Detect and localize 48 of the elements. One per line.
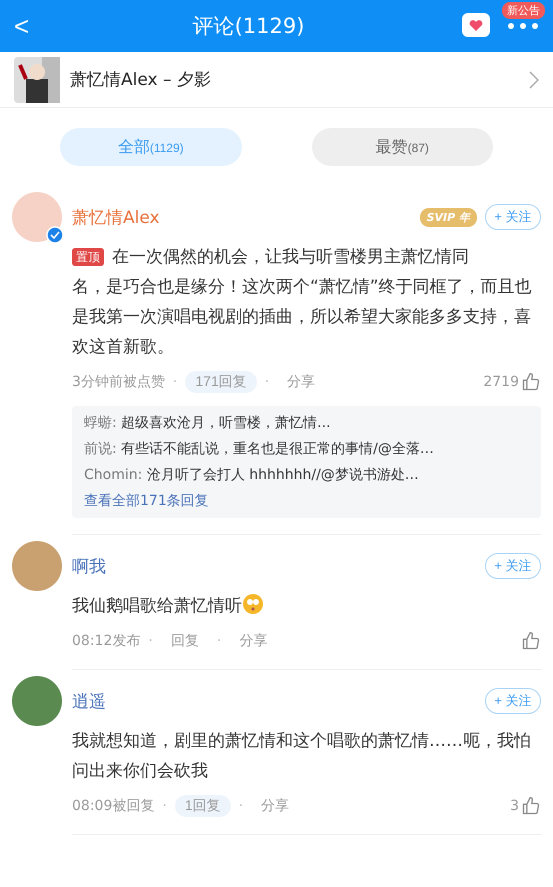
avatar[interactable] (12, 192, 62, 242)
share-button[interactable]: 分享 (251, 795, 300, 817)
heart-message-icon[interactable] (461, 12, 493, 40)
comment-time: 08:12发布 (72, 632, 140, 650)
reply-button[interactable]: 回复 (160, 630, 209, 652)
reply-line: Chomin: 沧月听了会打人 hhhhhhh//@梦说书游处… (84, 466, 420, 484)
reply-button[interactable]: 1回复 (174, 795, 231, 817)
share-button[interactable]: 分享 (277, 371, 326, 393)
separator-dot: · (216, 633, 222, 649)
user-name[interactable]: 萧忆情Alex (72, 206, 412, 228)
follow-button[interactable]: + 关注 (485, 204, 541, 230)
separator-dot: · (238, 798, 244, 814)
comment-time: 08:09被回复 (72, 797, 154, 815)
like-count: 2719 (483, 374, 519, 390)
share-button[interactable]: 分享 (229, 630, 278, 652)
comment-text: 在一次偶然的机会，让我与听雪楼男主萧忆情同 (112, 246, 469, 269)
reply-button[interactable]: 171回复 (185, 371, 257, 393)
comment-time: 3分钟前被点赞 (72, 373, 165, 391)
filter-tab[interactable]: 最赞(87) (312, 128, 493, 166)
reply-line: 前说: 有些话不能乱说，重名也是很正常的事情/@全落… (84, 440, 435, 458)
user-name[interactable]: 啊我 (72, 554, 477, 578)
vip-badge: SVIP 年 (420, 208, 477, 226)
comment-text: 我就想知道，剧里的萧忆情和这个唱歌的萧忆情……呃，我怕问出来你们会砍我 (72, 731, 531, 781)
song-title[interactable]: 萧忆情Alex – 夕影 (70, 68, 519, 91)
separator-dot: · (162, 798, 167, 814)
more-icon[interactable] (507, 22, 539, 30)
follow-button[interactable]: + 关注 (485, 688, 541, 714)
filter-tab[interactable]: 全部(1129) (60, 128, 242, 166)
thumbs-up-icon[interactable] (521, 796, 541, 816)
avatar[interactable] (12, 676, 62, 726)
separator-dot: · (264, 374, 270, 390)
notice-badge: 新公告 (502, 2, 545, 19)
back-button[interactable]: < (14, 10, 50, 42)
chevron-right-icon[interactable] (529, 70, 539, 88)
user-name[interactable]: 逍遥 (72, 690, 477, 712)
page-title: 评论(1129) (192, 13, 306, 40)
separator-dot: · (148, 633, 153, 649)
follow-button[interactable]: + 关注 (485, 553, 541, 579)
reply-line: 蜉蝣: 超级喜欢沧月，听雪楼，萧忆情... (84, 414, 332, 432)
avatar[interactable] (12, 541, 62, 591)
thumbs-up-icon[interactable] (521, 631, 541, 651)
like-count: 3 (510, 798, 519, 814)
thumbs-up-icon[interactable] (521, 372, 541, 392)
separator-dot: · (172, 374, 178, 390)
comment-text: 我仙鹅唱歌给萧忆情听 (72, 596, 242, 616)
comment-text: 名，是巧合也是缘分！这次两个“萧忆情”终于同框了，而且也是我第一次演唱电视剧的插曲，所以希望大家能多多支持，喜欢这首新歌。 (72, 277, 532, 357)
pinned-tag: 置顶 (72, 248, 104, 266)
view-all-replies-link[interactable]: 查看全部171条回复 (84, 492, 529, 510)
